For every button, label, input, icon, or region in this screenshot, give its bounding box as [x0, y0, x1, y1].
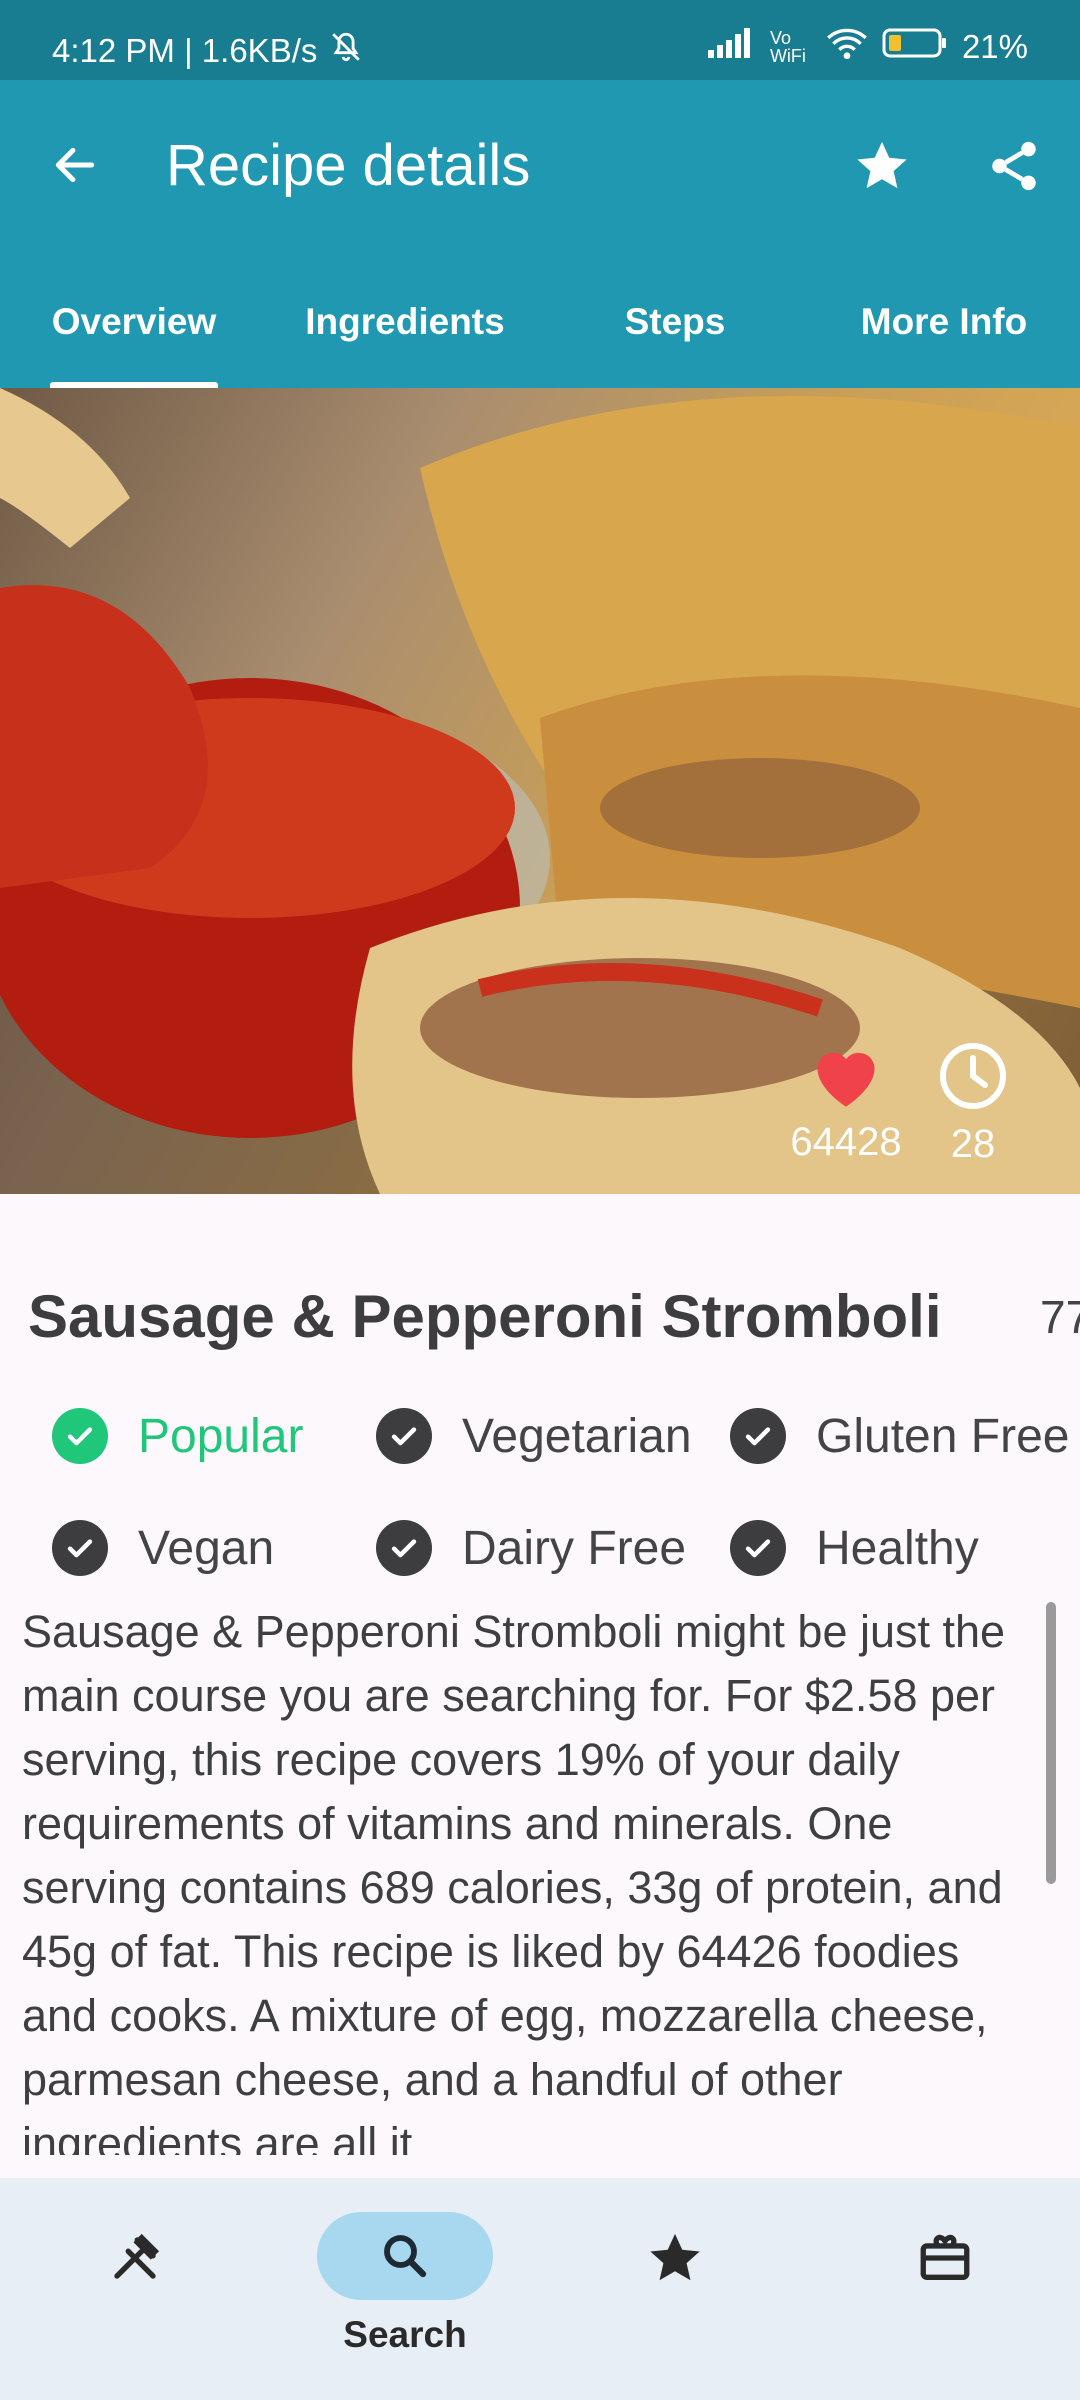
nav-icon-wrap [857, 2214, 1033, 2302]
favorite-button[interactable] [846, 130, 918, 202]
badge-label: Healthy [816, 1521, 979, 1575]
tab-ingredients[interactable]: Ingredients [290, 292, 520, 388]
check-circle-icon [730, 1408, 786, 1464]
nav-icon-wrap [587, 2214, 763, 2302]
arrow-back-icon [55, 147, 95, 183]
gift-card-icon [920, 2234, 970, 2280]
check-circle-icon [376, 1520, 432, 1576]
time-stat: 28 [928, 1040, 1018, 1167]
share-button[interactable] [978, 130, 1050, 202]
status-bar: 4:12 PM | 1.6KB/s Vo WiFi 21% [0, 0, 1080, 80]
battery-icon [882, 27, 948, 67]
nav-icon-wrap [317, 2212, 493, 2300]
tab-steps[interactable]: Steps [600, 292, 750, 388]
nav-search[interactable]: Search [270, 2178, 540, 2400]
tab-bar: Overview Ingredients Steps More Info [0, 292, 1080, 388]
nav-gift-card[interactable] [810, 2178, 1080, 2400]
badge-healthy: Healthy [730, 1520, 979, 1576]
search-icon [384, 2235, 427, 2278]
badge-vegetarian: Vegetarian [376, 1408, 692, 1464]
check-circle-icon [376, 1408, 432, 1464]
likes-stat: 64428 [778, 1040, 914, 1165]
description-scroll[interactable]: Sausage & Pepperoni Stromboli might be j… [0, 1600, 1080, 2155]
tab-overview[interactable]: Overview [44, 292, 224, 388]
ready-minutes: 28 [950, 1122, 996, 1166]
scrollbar[interactable] [1046, 1602, 1056, 1884]
badge-dairy-free: Dairy Free [376, 1520, 686, 1576]
mute-icon [329, 30, 363, 72]
badge-gluten-free: Gluten Free [730, 1408, 1069, 1464]
star-icon [650, 2233, 700, 2281]
badge-label: Gluten Free [816, 1409, 1070, 1463]
nav-label: Search [343, 2314, 467, 2355]
vowifi-label: Vo WiFi [769, 28, 806, 66]
check-circle-icon [52, 1408, 108, 1464]
recipe-image: 64428 28 [0, 388, 1080, 1194]
fork-knife-icon [114, 2233, 160, 2279]
signal-icon [707, 28, 756, 66]
wifi-icon [826, 26, 868, 68]
badge-popular: Popular [52, 1408, 303, 1464]
recipe-title: Sausage & Pepperoni Stromboli [28, 1283, 942, 1350]
badge-label: Popular [138, 1409, 304, 1463]
bottom-navigation: Search [0, 2178, 1080, 2400]
recipe-summary: Sausage & Pepperoni Stromboli might be j… [22, 1606, 1006, 2155]
tab-label: Overview [51, 301, 217, 342]
page-title: Recipe details [166, 133, 531, 198]
back-button[interactable] [40, 130, 110, 200]
app-bar: Recipe details Overview Ingredients Step… [0, 80, 1080, 388]
heart-icon [817, 1052, 875, 1107]
badge-label: Vegan [138, 1521, 275, 1575]
badge-vegan: Vegan [52, 1520, 274, 1576]
nav-favorites[interactable] [540, 2178, 810, 2400]
badge-label: Vegetarian [462, 1409, 692, 1463]
nav-recipes[interactable] [0, 2178, 270, 2400]
tab-label: Steps [624, 301, 726, 342]
tab-label: More Info [860, 301, 1028, 342]
clock-icon [940, 1043, 1006, 1109]
battery-level: 21% [961, 28, 1028, 65]
tab-label: Ingredients [305, 301, 505, 342]
status-time: 4:12 PM | 1.6KB/s [52, 32, 318, 69]
health-score: 77 [1040, 1291, 1080, 1343]
nav-icon-wrap [47, 2214, 223, 2302]
food-illustration [0, 388, 1080, 1194]
likes-count: 64428 [790, 1120, 902, 1164]
badge-label: Dairy Free [462, 1521, 687, 1575]
tab-more-info[interactable]: More Info [848, 292, 1040, 388]
check-circle-icon [730, 1520, 786, 1576]
star-icon [857, 141, 907, 189]
share-icon [992, 141, 1036, 191]
check-circle-icon [52, 1520, 108, 1576]
